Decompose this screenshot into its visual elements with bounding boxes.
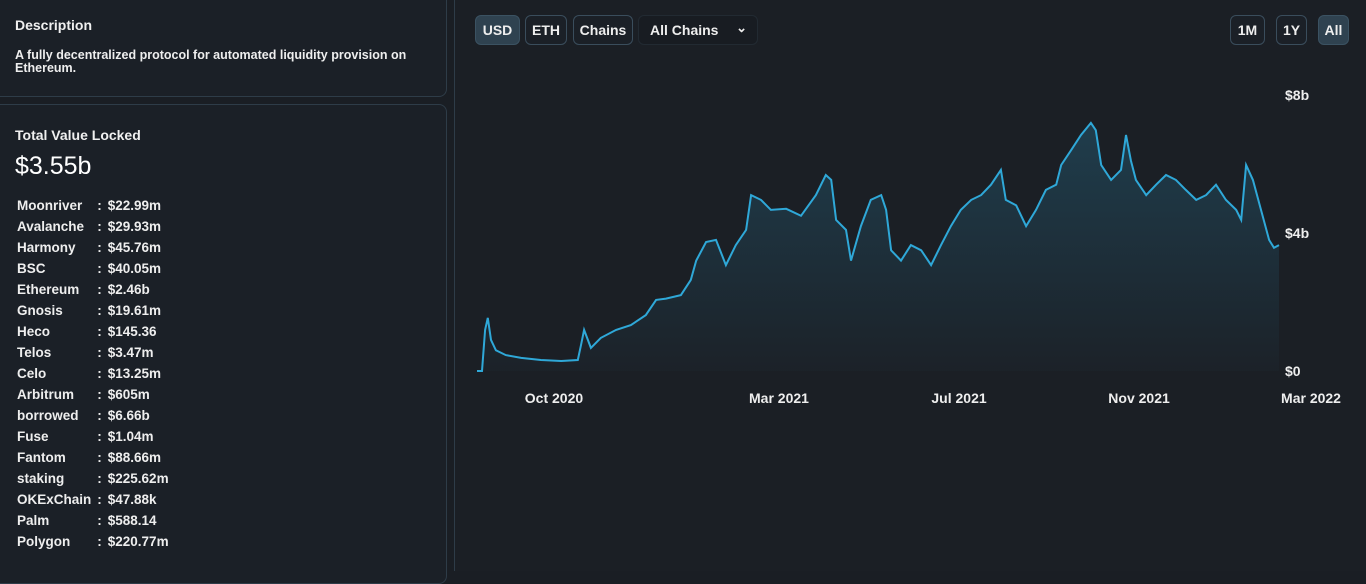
chain-value: $19.61m (107, 303, 162, 318)
chain-row: Heco: $145.36 (17, 321, 169, 342)
chain-name: Arbitrum (17, 387, 74, 402)
chain-name: Moonriver (17, 198, 83, 213)
chain-value: $22.99m (107, 198, 162, 213)
tvl-chart: $0 $4b $8b Oct 2020 Mar 2021 Jul 2021 Nov 2021… (477, 87, 1341, 406)
separator: : (97, 303, 102, 318)
chain-name: borrowed (17, 408, 79, 423)
separator: : (97, 345, 102, 360)
description-text: A fully decentralized protocol for autom… (15, 48, 407, 75)
chain-value: $3.47m (107, 345, 154, 360)
tvl-area (477, 122, 1279, 372)
separator: : (97, 492, 102, 507)
tvl-value: $3.55b (15, 152, 92, 180)
separator: : (97, 429, 102, 444)
chain-row: BSC: $40.05m (17, 258, 169, 279)
separator: : (97, 408, 102, 423)
chain-row: Ethereum: $2.46b (17, 279, 169, 300)
chain-row: Celo: $13.25m (17, 363, 169, 384)
chain-breakdown-table: Moonriver: $22.99m Avalanche: $29.93m Harmon… (17, 195, 169, 552)
x-tick-label: Jul 2021 (931, 390, 986, 406)
chain-row: borrowed: $6.66b (17, 405, 169, 426)
separator: : (97, 219, 102, 234)
chain-name: staking (17, 471, 65, 486)
chain-name: Heco (17, 324, 51, 339)
chain-name: Polygon (17, 534, 71, 549)
chain-name: BSC (17, 261, 46, 276)
chain-value: $2.46b (107, 282, 150, 297)
chart-panel: USD ETH Chains All Chains ⌄ 1M 1Y All $0 $… (454, 0, 1366, 571)
chain-row: OKExChain: $47.88k (17, 489, 169, 510)
chain-row: Harmony: $45.76m (17, 237, 169, 258)
separator: : (97, 324, 102, 339)
chain-value: $1.04m (107, 429, 154, 444)
chain-name: Fuse (17, 429, 49, 444)
x-tick-label: Oct 2020 (525, 390, 584, 406)
y-tick-label: $4b (1285, 225, 1309, 241)
description-card: Description A fully decentralized protoc… (0, 0, 447, 97)
separator: : (97, 282, 102, 297)
chain-row: staking: $225.62m (17, 468, 169, 489)
chain-row: Polygon: $220.77m (17, 531, 169, 552)
chain-name: Telos (17, 345, 52, 360)
tvl-card: Total Value Locked $3.55b Moonriver: $22.… (0, 104, 447, 584)
separator: : (97, 513, 102, 528)
chain-value: $6.66b (107, 408, 150, 423)
separator: : (97, 387, 102, 402)
separator: : (97, 534, 102, 549)
separator: : (97, 450, 102, 465)
chain-row: Telos: $3.47m (17, 342, 169, 363)
chain-value: $29.93m (107, 219, 162, 234)
chain-value: $588.14 (107, 513, 157, 528)
separator: : (97, 366, 102, 381)
chain-row: Palm: $588.14 (17, 510, 169, 531)
chain-value: $605m (107, 387, 150, 402)
description-title: Description (15, 17, 93, 33)
chain-row: Fuse: $1.04m (17, 426, 169, 447)
chain-name: Gnosis (17, 303, 63, 318)
x-tick-label: Mar 2021 (749, 390, 809, 406)
separator: : (97, 198, 102, 213)
chain-name: Harmony (17, 240, 76, 255)
chain-value: $145.36 (107, 324, 157, 339)
chain-value: $220.77m (107, 534, 169, 549)
chain-row: Arbitrum: $605m (17, 384, 169, 405)
chain-value: $13.25m (107, 366, 162, 381)
separator: : (97, 261, 102, 276)
separator: : (97, 240, 102, 255)
chain-name: Ethereum (17, 282, 80, 297)
chain-value: $47.88k (107, 492, 157, 507)
chain-name: Palm (17, 513, 50, 528)
chain-value: $40.05m (107, 261, 162, 276)
chain-row: Gnosis: $19.61m (17, 300, 169, 321)
chain-name: Avalanche (17, 219, 85, 234)
chain-row: Fantom: $88.66m (17, 447, 169, 468)
chain-value: $88.66m (107, 450, 162, 465)
chain-row: Moonriver: $22.99m (17, 195, 169, 216)
chain-value: $45.76m (107, 240, 162, 255)
chain-row: Avalanche: $29.93m (17, 216, 169, 237)
x-tick-label: Nov 2021 (1108, 390, 1170, 406)
chain-name: Fantom (17, 450, 66, 465)
y-tick-label: $8b (1285, 87, 1309, 103)
y-tick-label: $0 (1285, 363, 1301, 379)
x-tick-label: Mar 2022 (1281, 390, 1341, 406)
chain-name: OKExChain (17, 492, 92, 507)
chain-name: Celo (17, 366, 47, 381)
separator: : (97, 471, 102, 486)
chain-value: $225.62m (107, 471, 169, 486)
tvl-title: Total Value Locked (15, 127, 141, 143)
